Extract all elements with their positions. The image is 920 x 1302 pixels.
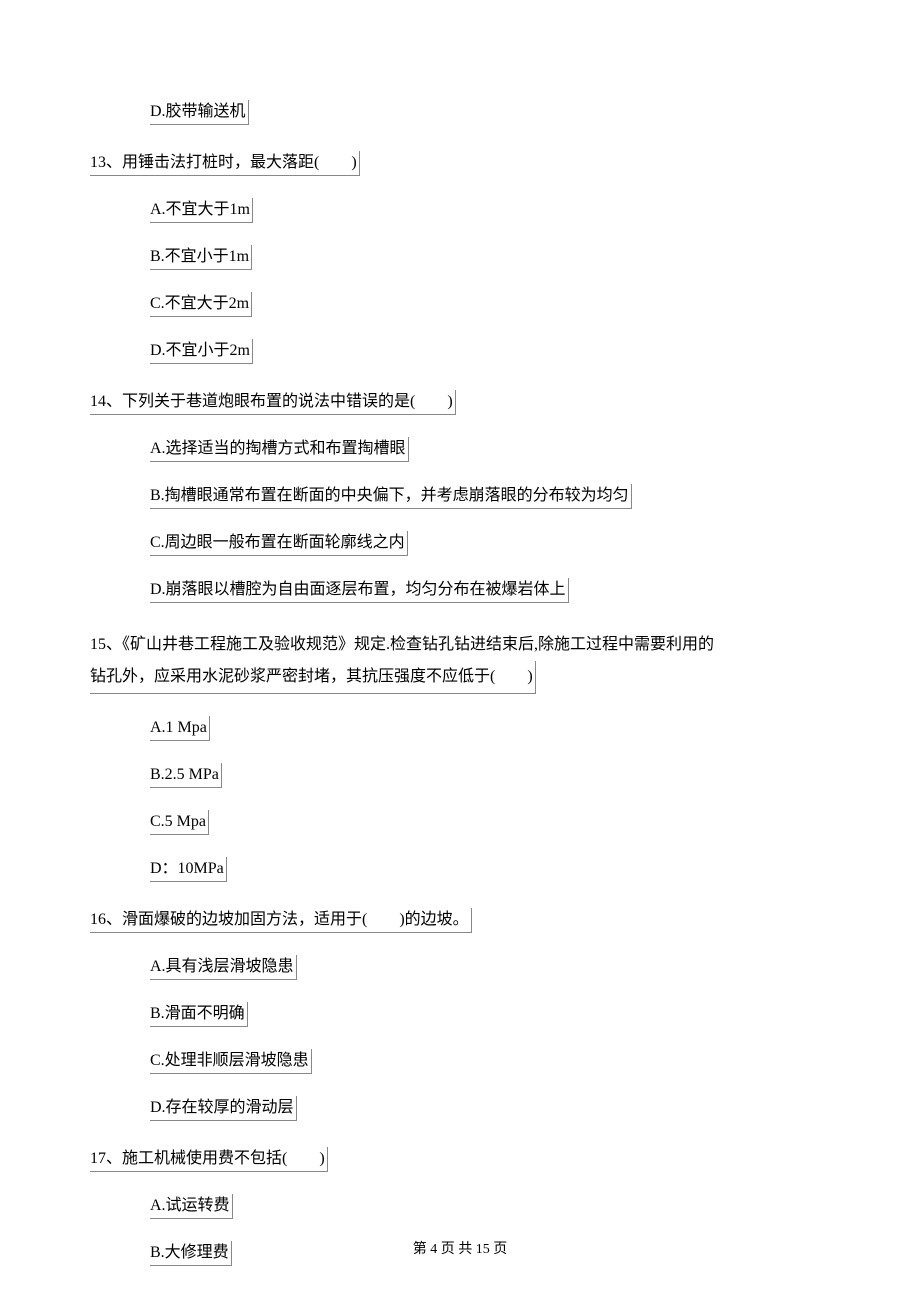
option-text: C.处理非顺层滑坡隐患 <box>150 1049 312 1074</box>
option-text: D.胶带输送机 <box>150 100 249 125</box>
option-text: C.5 Mpa <box>150 810 209 835</box>
q13-option-a: A.不宜大于1m <box>90 198 830 223</box>
option-text: B.不宜小于1m <box>150 245 252 270</box>
question-15: 15、《矿山井巷工程施工及验收规范》规定.检查钻孔钻进结束后,除施工过程中需要利… <box>90 629 830 694</box>
option-text: B.2.5 MPa <box>150 763 222 788</box>
option-text: A.1 Mpa <box>150 716 210 741</box>
page-number: 第 4 页 共 15 页 <box>413 1242 508 1257</box>
question-17: 17、施工机械使用费不包括( ) <box>90 1147 830 1172</box>
previous-option-d: D.胶带输送机 <box>90 100 830 125</box>
q15-option-d: D：10MPa <box>90 857 830 882</box>
q14-option-d: D.崩落眼以槽腔为自由面逐层布置，均匀分布在被爆岩体上 <box>90 578 830 603</box>
question-13: 13、用锤击法打桩时，最大落距( ) <box>90 151 830 176</box>
page-footer: 第 4 页 共 15 页 <box>0 1239 920 1260</box>
q16-option-c: C.处理非顺层滑坡隐患 <box>90 1049 830 1074</box>
question-text: 16、滑面爆破的边坡加固方法，适用于( )的边坡。 <box>90 908 472 933</box>
question-text-line1: 15、《矿山井巷工程施工及验收规范》规定.检查钻孔钻进结束后,除施工过程中需要利… <box>90 636 714 653</box>
q16-option-b: B.滑面不明确 <box>90 1002 830 1027</box>
question-text: 17、施工机械使用费不包括( ) <box>90 1147 328 1172</box>
q15-option-c: C.5 Mpa <box>90 810 830 835</box>
q14-option-a: A.选择适当的掏槽方式和布置掏槽眼 <box>90 437 830 462</box>
q13-option-c: C.不宜大于2m <box>90 292 830 317</box>
q13-option-d: D.不宜小于2m <box>90 339 830 364</box>
q17-option-a: A.试运转费 <box>90 1194 830 1219</box>
option-text: D.不宜小于2m <box>150 339 253 364</box>
option-text: A.试运转费 <box>150 1194 233 1219</box>
option-text: A.不宜大于1m <box>150 198 253 223</box>
question-text-line2: 钻孔外，应采用水泥砂浆严密封堵，其抗压强度不应低于( ) <box>90 661 536 694</box>
option-text: C.不宜大于2m <box>150 292 252 317</box>
question-text: 14、下列关于巷道炮眼布置的说法中错误的是( ) <box>90 390 456 415</box>
q16-option-a: A.具有浅层滑坡隐患 <box>90 955 830 980</box>
question-text: 13、用锤击法打桩时，最大落距( ) <box>90 151 360 176</box>
q13-option-b: B.不宜小于1m <box>90 245 830 270</box>
question-16: 16、滑面爆破的边坡加固方法，适用于( )的边坡。 <box>90 908 830 933</box>
option-text: A.具有浅层滑坡隐患 <box>150 955 297 980</box>
q15-option-a: A.1 Mpa <box>90 716 830 741</box>
option-text: A.选择适当的掏槽方式和布置掏槽眼 <box>150 437 409 462</box>
q14-option-b: B.掏槽眼通常布置在断面的中央偏下，并考虑崩落眼的分布较为均匀 <box>90 484 830 509</box>
question-14: 14、下列关于巷道炮眼布置的说法中错误的是( ) <box>90 390 830 415</box>
option-text: B.滑面不明确 <box>150 1002 248 1027</box>
q16-option-d: D.存在较厚的滑动层 <box>90 1096 830 1121</box>
option-text: B.掏槽眼通常布置在断面的中央偏下，并考虑崩落眼的分布较为均匀 <box>150 484 632 509</box>
option-text: C.周边眼一般布置在断面轮廓线之内 <box>150 531 408 556</box>
q14-option-c: C.周边眼一般布置在断面轮廓线之内 <box>90 531 830 556</box>
option-text: D.崩落眼以槽腔为自由面逐层布置，均匀分布在被爆岩体上 <box>150 578 569 603</box>
option-text: D：10MPa <box>150 857 227 882</box>
option-text: D.存在较厚的滑动层 <box>150 1096 297 1121</box>
q15-option-b: B.2.5 MPa <box>90 763 830 788</box>
